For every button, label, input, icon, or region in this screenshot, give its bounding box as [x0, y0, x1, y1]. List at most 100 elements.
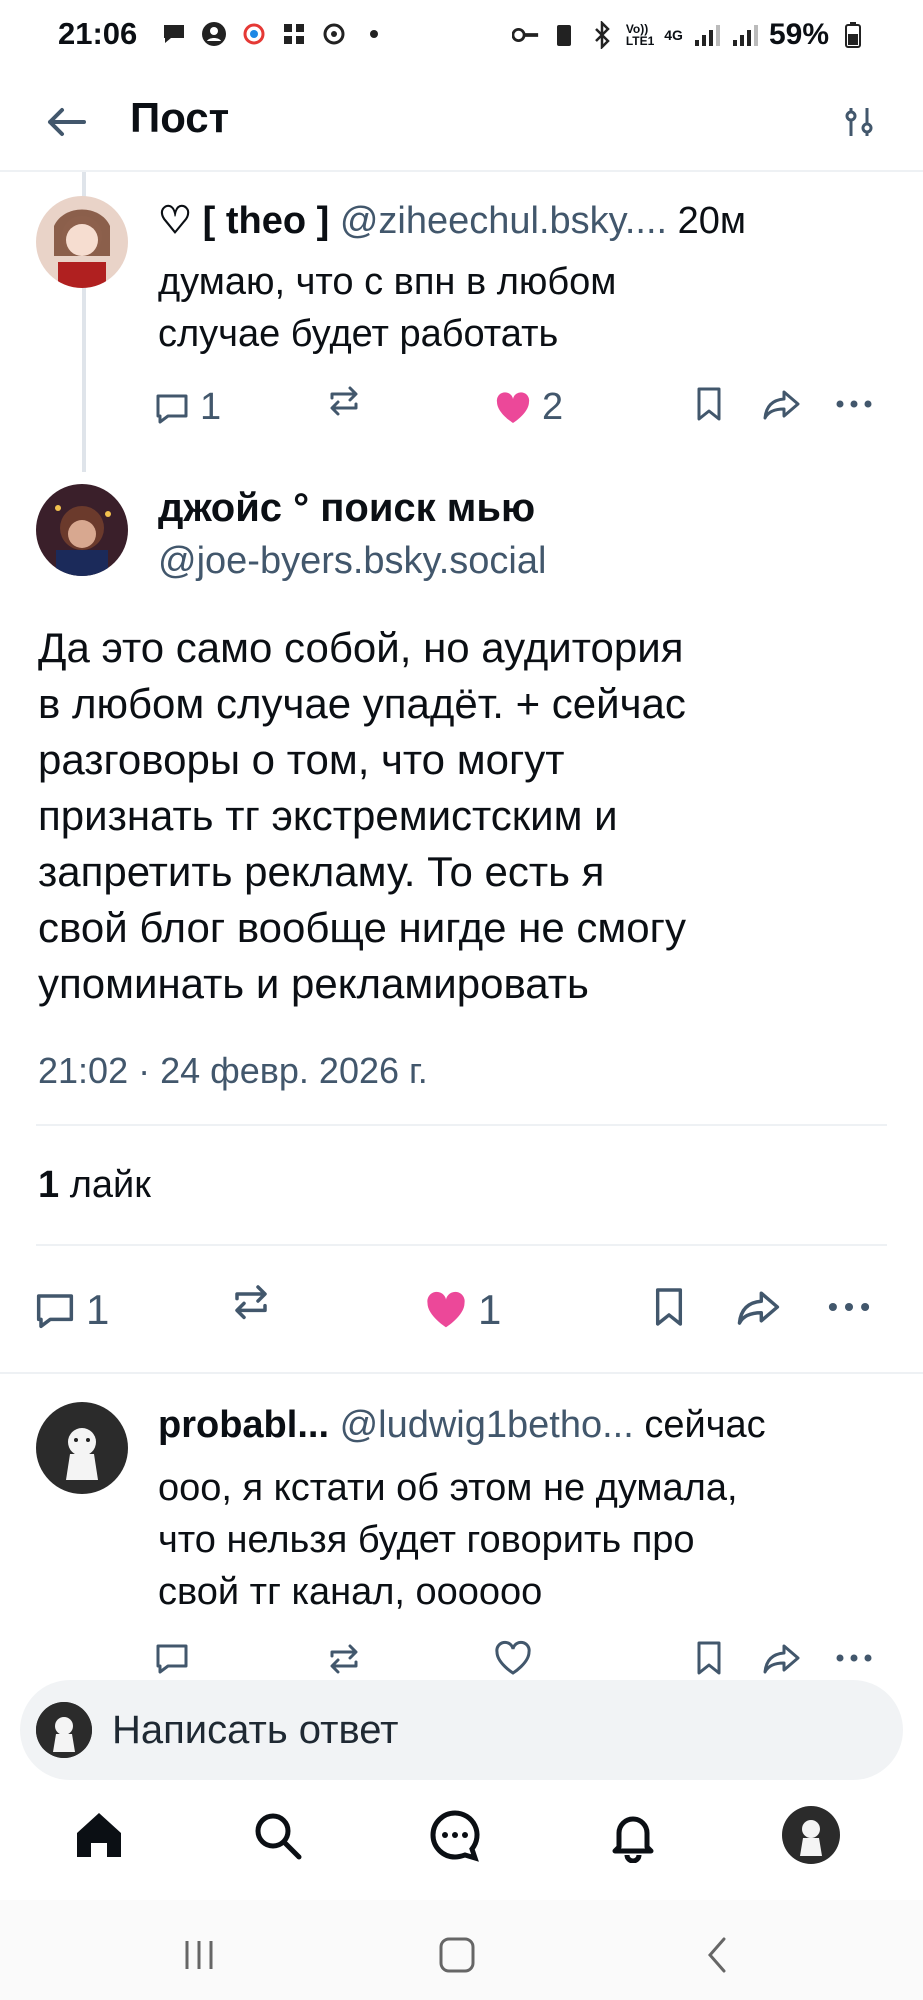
nav-notifications[interactable] — [598, 1800, 668, 1870]
recent-apps-button[interactable] — [174, 1930, 224, 1980]
bookmark-icon — [655, 1288, 683, 1326]
nav-messages[interactable] — [420, 1800, 490, 1870]
post-text-line: свой блог вообще нигде не смогу — [38, 904, 686, 951]
bookmark-button[interactable] — [694, 1640, 724, 1676]
more-button[interactable] — [834, 1640, 874, 1676]
post-text: ооо, я кстати об этом не думала, что нел… — [158, 1467, 738, 1613]
bottom-nav — [0, 1800, 923, 1890]
post-text: думаю, что с впн в любом случае будет ра… — [158, 261, 617, 355]
share-button[interactable] — [762, 386, 802, 422]
search-icon — [255, 1813, 302, 1860]
reply-composer[interactable]: Написать ответ — [20, 1680, 903, 1780]
settings-notification-icon — [320, 20, 348, 48]
reply-icon — [156, 1644, 188, 1674]
reply-button[interactable]: 1 — [34, 1286, 109, 1334]
more-button[interactable] — [834, 386, 874, 422]
reply-button[interactable] — [154, 1640, 190, 1676]
author-name[interactable]: джойс ° поиск мью — [158, 486, 535, 531]
author-name[interactable]: probabl... — [158, 1404, 329, 1446]
bluetooth-icon — [588, 21, 616, 49]
signal-2-icon — [731, 21, 759, 49]
post-text: Да это само собой, но аудитория в любом с… — [38, 620, 898, 1012]
avatar[interactable] — [36, 1402, 128, 1494]
apps-notification-icon — [280, 20, 308, 48]
home-icon — [77, 1813, 121, 1857]
dot-icon — [360, 20, 388, 48]
back-system-button[interactable] — [692, 1930, 742, 1980]
bookmark-icon — [697, 1641, 721, 1675]
heart-filled-icon — [496, 391, 530, 423]
share-icon — [763, 1644, 800, 1674]
divider — [36, 1244, 887, 1246]
heart-filled-icon — [427, 1291, 465, 1328]
like-button[interactable]: 1 — [424, 1286, 501, 1334]
top-bar: Пост — [0, 72, 923, 172]
repost-button[interactable] — [326, 1640, 362, 1676]
more-dots-icon — [836, 1654, 872, 1662]
system-navigation-bar — [0, 1900, 923, 2000]
chat-icon — [430, 1810, 480, 1862]
divider — [0, 1372, 923, 1374]
bookmark-button[interactable] — [694, 386, 724, 422]
chevron-left-icon — [708, 1937, 726, 1973]
author-handle[interactable]: @ludwig1betho... — [340, 1404, 634, 1446]
signal-icon — [693, 21, 721, 49]
back-button[interactable] — [40, 96, 92, 148]
post-author-line: ♡ [ theo ] @ziheechul.bsky.... 20м — [158, 198, 746, 243]
likes-summary[interactable]: 1 лайк — [38, 1164, 151, 1207]
like-button[interactable]: 2 — [494, 386, 563, 429]
repost-button[interactable] — [326, 382, 362, 418]
post-text-line: разговоры о том, что могут — [38, 736, 565, 783]
more-button[interactable] — [826, 1286, 872, 1328]
post-time: сейчас — [644, 1404, 766, 1446]
bookmark-icon — [697, 387, 721, 421]
page-title: Пост — [130, 94, 230, 141]
account-notification-icon — [200, 20, 228, 48]
post-text-line: признать тг экстремистским и — [38, 792, 618, 839]
post-author-line: probabl... @ludwig1betho... сейчас — [158, 1404, 766, 1447]
thread-settings-button[interactable] — [835, 98, 883, 146]
bookmark-button[interactable] — [652, 1286, 686, 1328]
chat-notification-icon — [160, 20, 188, 48]
volte-label: Vo)) LTE1 — [625, 22, 655, 48]
post-text-line: упоминать и рекламировать — [38, 960, 589, 1007]
recent-apps-icon — [185, 1941, 213, 1969]
avatar[interactable] — [36, 484, 128, 576]
nav-profile[interactable] — [776, 1800, 846, 1870]
likes-label: лайк — [69, 1164, 151, 1206]
system-indicators: Vo)) LTE1 4G 59% — [511, 18, 867, 52]
home-system-button[interactable] — [432, 1930, 482, 1980]
share-button[interactable] — [762, 1640, 802, 1676]
author-handle[interactable]: @ziheechul.bsky.... — [340, 200, 667, 242]
repost-icon — [330, 386, 358, 416]
network-4g-label: 4G — [664, 27, 683, 43]
author-handle[interactable]: @joe-byers.bsky.social — [158, 540, 546, 583]
repost-icon — [330, 1644, 358, 1674]
repost-icon — [235, 1285, 267, 1320]
reply-icon — [156, 394, 188, 423]
avatar — [36, 1702, 92, 1758]
status-time: 21:06 — [58, 16, 138, 51]
avatar[interactable] — [36, 196, 128, 288]
like-button[interactable] — [494, 1640, 532, 1676]
arrow-left-icon — [48, 108, 86, 136]
share-icon — [763, 390, 800, 420]
post-date: 21:02 · 24 февр. 2026 г. — [38, 1050, 428, 1091]
author-name[interactable]: ♡ [ theo ] — [158, 200, 329, 242]
sync-notification-icon — [240, 20, 268, 48]
divider — [36, 1124, 887, 1126]
more-dots-icon — [828, 1302, 870, 1312]
reply-button[interactable]: 1 — [154, 386, 221, 429]
likes-count: 1 — [38, 1164, 60, 1206]
nav-search[interactable] — [242, 1800, 312, 1870]
post-text-line: запретить рекламу. То есть я — [38, 848, 605, 895]
repost-button[interactable] — [230, 1280, 272, 1322]
home-square-icon — [439, 1937, 475, 1973]
share-button[interactable] — [736, 1286, 782, 1328]
more-dots-icon — [836, 400, 872, 408]
reply-input-placeholder[interactable]: Написать ответ — [112, 1708, 399, 1753]
status-bar: 21:06 Vo)) LTE1 4G 59% — [0, 0, 923, 72]
nav-home[interactable] — [64, 1800, 134, 1870]
reply-icon — [36, 1294, 74, 1329]
battery-percent: 59% — [768, 18, 829, 51]
